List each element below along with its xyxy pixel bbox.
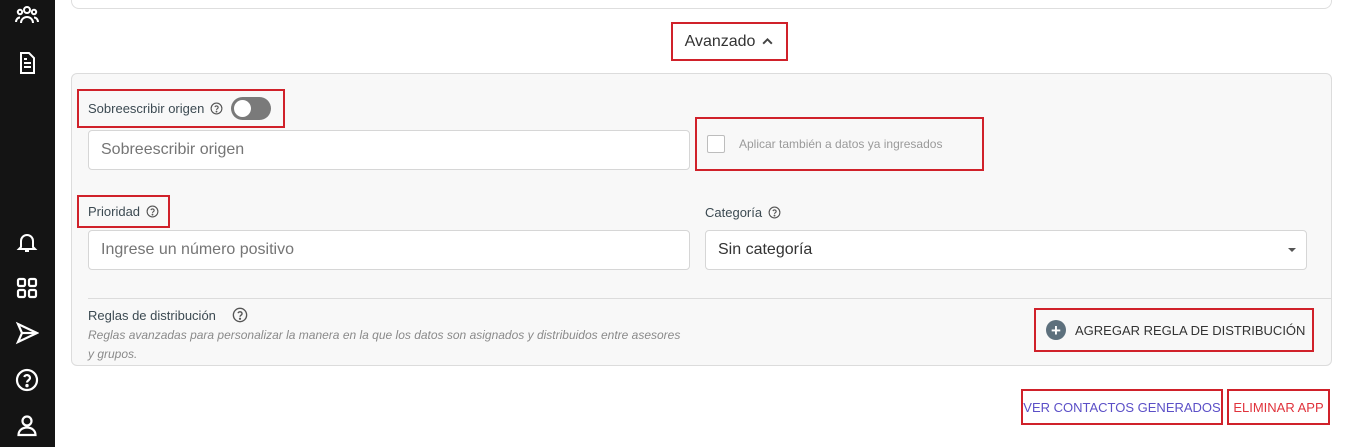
previous-section-card bbox=[71, 0, 1332, 9]
override-origin-header: Sobreescribir origen bbox=[77, 89, 285, 128]
override-origin-label: Sobreescribir origen bbox=[88, 101, 205, 116]
override-origin-toggle[interactable] bbox=[231, 97, 272, 120]
apply-existing-checkbox[interactable] bbox=[707, 135, 725, 153]
delete-app-button[interactable]: ELIMINAR APP bbox=[1227, 389, 1330, 425]
distribution-rules-header: Reglas de distribución bbox=[88, 307, 248, 323]
priority-input[interactable] bbox=[88, 230, 690, 270]
main-content: Avanzado Sobreescribir origen Aplicar ta… bbox=[55, 0, 1349, 447]
view-generated-contacts-button[interactable]: VER CONTACTOS GENERADOS bbox=[1021, 389, 1223, 425]
apply-existing-checkbox-row[interactable]: Aplicar también a datos ya ingresados bbox=[695, 117, 984, 171]
users-icon[interactable] bbox=[14, 2, 40, 28]
advanced-toggle-label: Avanzado bbox=[684, 32, 756, 50]
bell-icon[interactable] bbox=[14, 229, 40, 255]
category-select[interactable]: Sin categoría bbox=[705, 230, 1307, 270]
priority-header: Prioridad bbox=[77, 195, 170, 228]
apply-existing-label: Aplicar también a datos ya ingresados bbox=[739, 137, 943, 151]
category-selected-value: Sin categoría bbox=[718, 241, 813, 258]
chevron-up-icon bbox=[762, 37, 773, 45]
help-circle-icon[interactable] bbox=[14, 367, 40, 393]
user-icon[interactable] bbox=[14, 412, 40, 438]
help-icon[interactable] bbox=[232, 307, 248, 323]
add-distribution-rule-button[interactable]: + AGREGAR REGLA DE DISTRIBUCIÓN bbox=[1034, 308, 1314, 352]
caret-down-icon bbox=[1288, 248, 1296, 252]
category-label: Categoría bbox=[705, 205, 763, 220]
divider bbox=[88, 298, 1331, 299]
distribution-rules-description: Reglas avanzadas para personalizar la ma… bbox=[88, 328, 681, 361]
priority-label: Prioridad bbox=[88, 204, 141, 219]
distribution-rules-label: Reglas de distribución bbox=[88, 307, 216, 323]
help-icon[interactable] bbox=[210, 102, 223, 115]
send-icon[interactable] bbox=[14, 320, 40, 346]
sidebar bbox=[0, 0, 55, 447]
apps-grid-icon[interactable] bbox=[14, 275, 40, 301]
toggle-knob bbox=[234, 100, 252, 117]
advanced-toggle-button[interactable]: Avanzado bbox=[671, 22, 788, 61]
document-icon[interactable] bbox=[14, 50, 40, 76]
plus-circle-icon: + bbox=[1046, 320, 1066, 340]
category-header: Categoría bbox=[705, 205, 781, 220]
override-origin-input[interactable] bbox=[88, 130, 690, 170]
help-icon[interactable] bbox=[146, 205, 159, 218]
add-distribution-rule-label: AGREGAR REGLA DE DISTRIBUCIÓN bbox=[1075, 322, 1306, 338]
help-icon[interactable] bbox=[768, 206, 781, 219]
